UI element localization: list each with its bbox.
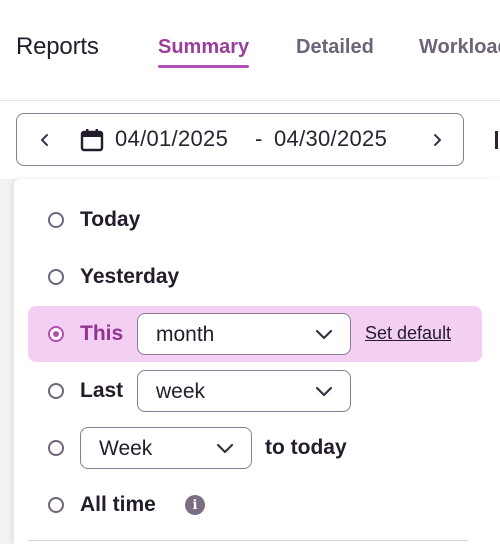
toolbar-edge-control[interactable] [495, 131, 498, 149]
this-unit-value: month [156, 323, 215, 346]
to-today-label: to today [265, 436, 347, 459]
page-title: Reports [16, 33, 99, 60]
end-date[interactable]: 04/30/2025 [274, 126, 387, 152]
reports-header: Reports Summary Detailed Workload [0, 0, 500, 101]
date-separator: - [255, 126, 263, 151]
chevron-right-icon[interactable] [425, 128, 449, 152]
to-today-unit-select[interactable]: Week [80, 427, 252, 469]
panel-divider [28, 540, 468, 541]
option-today-label[interactable]: Today [80, 208, 140, 232]
chevron-down-icon [314, 382, 334, 402]
option-yesterday-label[interactable]: Yesterday [80, 265, 179, 289]
calendar-icon [79, 127, 105, 153]
date-range-picker[interactable]: 04/01/2025 - 04/30/2025 [16, 113, 464, 166]
radio-all-time[interactable] [48, 497, 64, 513]
radio-yesterday[interactable] [48, 269, 64, 285]
info-icon[interactable]: i [185, 495, 205, 515]
tab-workload[interactable]: Workload [419, 36, 500, 59]
radio-this[interactable] [48, 326, 64, 342]
tab-detailed[interactable]: Detailed [296, 36, 374, 59]
report-toolbar: 04/01/2025 - 04/30/2025 [0, 101, 500, 179]
radio-to-today[interactable] [48, 440, 64, 456]
period-dropdown: Today Yesterday This month Set default L… [14, 179, 500, 544]
option-all-time-label[interactable]: All time [80, 493, 156, 517]
set-default-link[interactable]: Set default [365, 323, 451, 344]
chevron-down-icon [215, 439, 235, 459]
chevron-left-icon[interactable] [33, 128, 57, 152]
last-unit-value: week [156, 380, 206, 403]
option-this-label[interactable]: This [80, 322, 123, 346]
chevron-down-icon [314, 325, 334, 345]
start-date[interactable]: 04/01/2025 [115, 126, 228, 152]
tab-summary[interactable]: Summary [158, 36, 250, 68]
to-today-unit-value: Week [99, 437, 153, 460]
radio-today[interactable] [48, 212, 64, 228]
last-unit-select[interactable]: week [137, 370, 351, 412]
option-last-label[interactable]: Last [80, 379, 123, 403]
this-unit-select[interactable]: month [137, 313, 351, 355]
radio-last[interactable] [48, 383, 64, 399]
